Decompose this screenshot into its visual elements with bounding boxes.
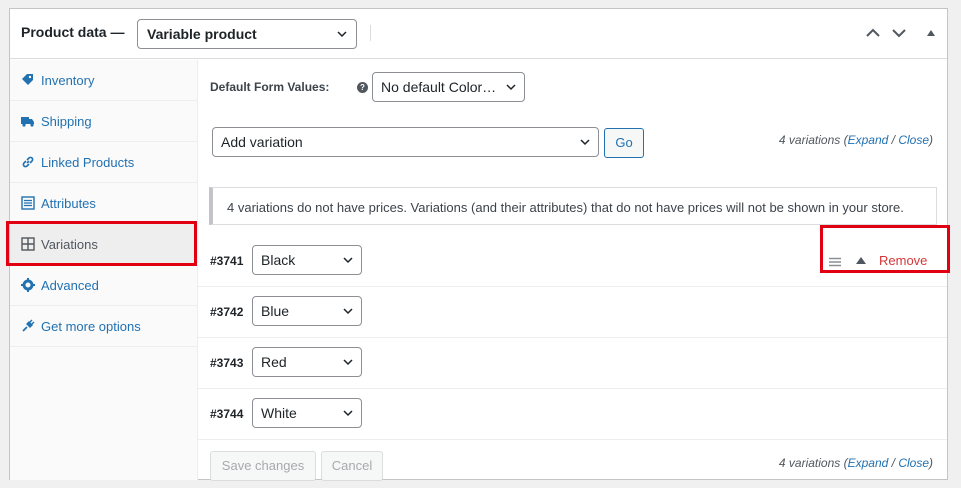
- chevron-down-icon: [343, 257, 353, 264]
- product-type-select[interactable]: Variable product: [137, 19, 357, 49]
- variations-tab-highlight: [6, 221, 197, 266]
- missing-prices-notice: 4 variations do not have prices. Variati…: [209, 187, 937, 225]
- panel-title: Product data —: [21, 24, 125, 40]
- add-variation-select[interactable]: Add variation: [212, 127, 599, 157]
- expand-link[interactable]: Expand: [848, 133, 889, 147]
- plugin-icon: [22, 319, 35, 332]
- default-color-select[interactable]: No default Color…: [372, 72, 525, 102]
- close-link[interactable]: Close: [898, 456, 929, 470]
- variation-row: #3743 Red: [198, 338, 947, 389]
- variation-row: #3744 White: [198, 389, 947, 440]
- chevron-down-icon: [506, 84, 516, 91]
- variation-color-select[interactable]: White: [252, 398, 362, 428]
- cancel-button[interactable]: Cancel: [321, 451, 383, 481]
- variation-id: #3741: [210, 254, 244, 268]
- panel-header: Product data — Variable product: [10, 9, 947, 59]
- variation-row: #3742 Blue: [198, 287, 947, 338]
- variation-id: #3743: [210, 356, 244, 370]
- variations-count-bottom: 4 variations (Expand / Close): [778, 456, 933, 470]
- variations-count-top: 4 variations (Expand / Close): [778, 133, 933, 147]
- move-down-icon[interactable]: [890, 24, 908, 42]
- collapse-panel-icon[interactable]: [922, 24, 940, 42]
- tab-get-more-options[interactable]: Get more options: [10, 306, 198, 347]
- tab-shipping[interactable]: Shipping: [10, 101, 198, 142]
- go-button[interactable]: Go: [604, 128, 644, 158]
- chevron-down-icon: [343, 410, 353, 417]
- chevron-down-icon: [343, 308, 353, 315]
- gear-icon: [21, 278, 35, 292]
- chevron-down-icon: [343, 359, 353, 366]
- chevron-down-icon: [337, 31, 347, 38]
- save-changes-button[interactable]: Save changes: [210, 451, 316, 481]
- product-data-tabs: Inventory Shipping Linked Products Attri…: [10, 60, 198, 480]
- variation-color-select[interactable]: Blue: [252, 296, 362, 326]
- variation-color-select[interactable]: Red: [252, 347, 362, 377]
- expand-link[interactable]: Expand: [848, 456, 889, 470]
- tag-icon: [22, 74, 33, 85]
- remove-highlight: [820, 225, 950, 273]
- truck-icon: [21, 117, 34, 127]
- variation-id: #3744: [210, 407, 244, 421]
- list-icon: [21, 196, 35, 210]
- variation-color-select[interactable]: Black: [252, 245, 362, 275]
- move-up-icon[interactable]: [864, 24, 882, 42]
- tab-linked-products[interactable]: Linked Products: [10, 142, 198, 183]
- tab-attributes[interactable]: Attributes: [10, 183, 198, 224]
- chevron-down-icon: [580, 139, 590, 146]
- default-form-values-label: Default Form Values:: [210, 80, 330, 94]
- link-icon: [22, 156, 34, 168]
- tab-inventory[interactable]: Inventory: [10, 60, 198, 101]
- help-icon[interactable]: ?: [357, 82, 368, 93]
- header-divider: [370, 25, 371, 41]
- close-link[interactable]: Close: [898, 133, 929, 147]
- variation-id: #3742: [210, 305, 244, 319]
- tab-advanced[interactable]: Advanced: [10, 265, 198, 306]
